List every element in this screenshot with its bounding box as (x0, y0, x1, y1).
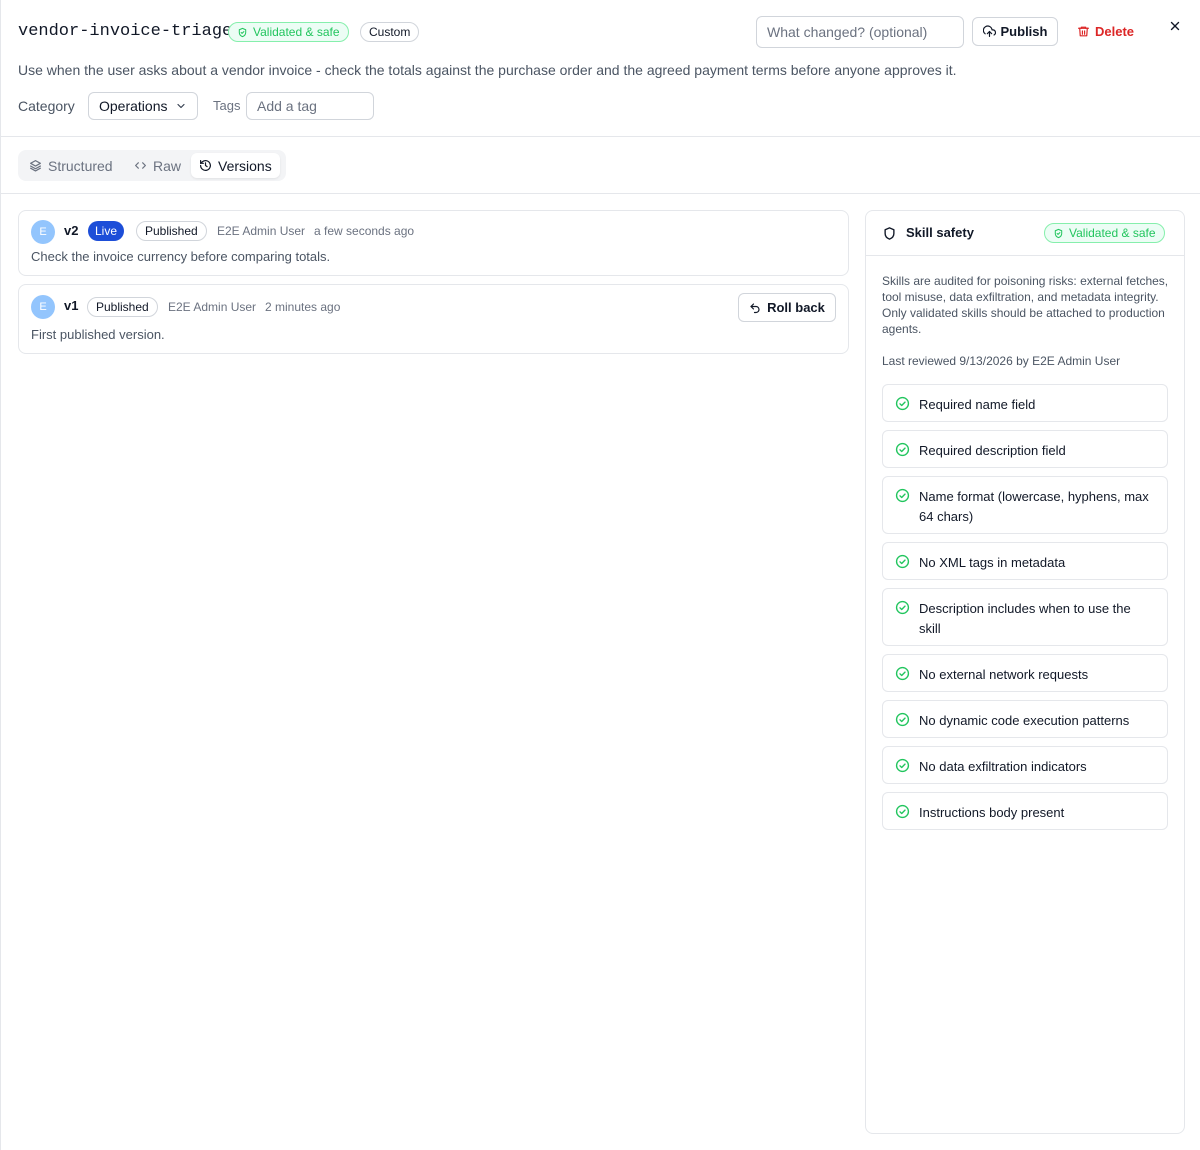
version-label: v1 (64, 298, 79, 313)
published-badge: Published (136, 221, 207, 241)
version-author: E2E Admin User (217, 224, 306, 238)
close-icon (1170, 21, 1180, 31)
safety-check-label: Description includes when to use the ski… (919, 601, 1131, 636)
check-circle-icon (895, 804, 910, 819)
rollback-button[interactable]: Roll back (738, 293, 836, 322)
safety-check-label: No XML tags in metadata (919, 555, 1066, 570)
safety-description: Skills are audited for poisoning risks: … (882, 274, 1169, 336)
shield-icon (884, 227, 895, 240)
safety-panel-header: Skill safety Validated & safe (866, 211, 1184, 256)
rollback-button-label: Roll back (767, 300, 825, 315)
safety-check-label: No dynamic code execution patterns (919, 713, 1130, 728)
check-circle-icon (895, 488, 910, 503)
shield-check-icon (1054, 228, 1063, 238)
live-badge: Live (88, 221, 125, 241)
version-card-v1: E v1 Published E2E Admin User 2 minutes … (18, 284, 849, 354)
version-card-v2: E v2 Live Published E2E Admin User a few… (18, 210, 849, 276)
change-note-input[interactable] (756, 16, 964, 48)
tags-input[interactable] (246, 92, 374, 120)
version-time: a few seconds ago (314, 224, 415, 238)
check-circle-icon (895, 554, 910, 569)
publish-button-label: Publish (1000, 24, 1048, 39)
safety-check-item: No external network requests (882, 654, 1168, 692)
validated-badge-label: Validated & safe (1069, 226, 1156, 240)
tab-versions[interactable]: Versions (191, 153, 280, 178)
version-time: 2 minutes ago (265, 300, 341, 314)
trash-icon (1078, 26, 1089, 37)
skill-editor-dialog: vendor-invoice-triage Validated & safe C… (0, 0, 1200, 1150)
version-author: E2E Admin User (168, 300, 257, 314)
check-circle-icon (895, 600, 910, 615)
close-button[interactable] (1164, 15, 1186, 37)
category-label: Category (18, 98, 75, 114)
category-value: Operations (99, 98, 168, 114)
code-icon (135, 162, 146, 169)
version-note: Check the invoice currency before compar… (31, 249, 331, 264)
safety-check-label: No external network requests (919, 667, 1089, 682)
custom-badge: Custom (360, 22, 420, 42)
tags-label: Tags (213, 98, 241, 113)
tab-raw-label: Raw (153, 157, 182, 174)
safety-check-item: No data exfiltration indicators (882, 746, 1168, 784)
tab-structured-label: Structured (48, 157, 113, 174)
safety-check-label: Required description field (919, 443, 1066, 458)
skill-safety-panel: Skill safety Validated & safe Skills are… (865, 210, 1185, 1134)
skill-description: Use when the user asks about a vendor in… (18, 62, 957, 78)
safety-check-label: Name format (lowercase, hyphens, max 64 … (919, 489, 1149, 524)
publish-button[interactable]: Publish (972, 17, 1058, 46)
safety-check-item: Required name field (882, 384, 1168, 422)
avatar: E (31, 220, 55, 244)
check-circle-icon (895, 442, 910, 457)
safety-check-item: Description includes when to use the ski… (882, 588, 1168, 646)
chevron-down-icon (177, 103, 185, 109)
safety-check-item: No dynamic code execution patterns (882, 700, 1168, 738)
validated-badge: Validated & safe (228, 22, 349, 42)
version-label: v2 (64, 223, 79, 238)
skill-header: vendor-invoice-triage Validated & safe C… (1, 0, 1200, 137)
safety-check-item: Name format (lowercase, hyphens, max 64 … (882, 476, 1168, 534)
safety-check-item: No XML tags in metadata (882, 542, 1168, 580)
skill-title: vendor-invoice-triage (18, 22, 233, 41)
safety-check-label: No data exfiltration indicators (919, 759, 1087, 774)
history-icon (200, 160, 211, 171)
view-tabs: Structured Raw Versions (18, 150, 286, 181)
safety-panel-title: Skill safety (906, 225, 974, 240)
version-note: First published version. (31, 327, 165, 342)
tab-raw[interactable]: Raw (126, 153, 189, 178)
layers-icon (30, 160, 41, 172)
check-circle-icon (895, 666, 910, 681)
safety-check-item: Required description field (882, 430, 1168, 468)
safety-check-item: Instructions body present (882, 792, 1168, 830)
tab-structured[interactable]: Structured (21, 153, 121, 178)
check-circle-icon (895, 758, 910, 773)
validated-badge-label: Validated & safe (253, 25, 340, 39)
check-circle-icon (895, 396, 910, 411)
delete-button[interactable]: Delete (1069, 17, 1142, 46)
category-select[interactable]: Operations (88, 92, 198, 120)
shield-check-icon (238, 27, 247, 37)
tab-versions-label: Versions (218, 157, 272, 174)
safety-check-label: Instructions body present (919, 805, 1065, 820)
check-circle-icon (895, 712, 910, 727)
last-reviewed: Last reviewed 9/13/2026 by E2E Admin Use… (882, 354, 1121, 368)
delete-button-label: Delete (1095, 24, 1135, 39)
safety-check-label: Required name field (919, 397, 1036, 412)
upload-cloud-icon (982, 25, 996, 37)
undo-icon (750, 302, 760, 313)
avatar: E (31, 295, 55, 319)
tabs-bar: Structured Raw Versions (1, 137, 1200, 194)
validated-badge: Validated & safe (1044, 223, 1165, 243)
published-badge: Published (87, 297, 158, 317)
